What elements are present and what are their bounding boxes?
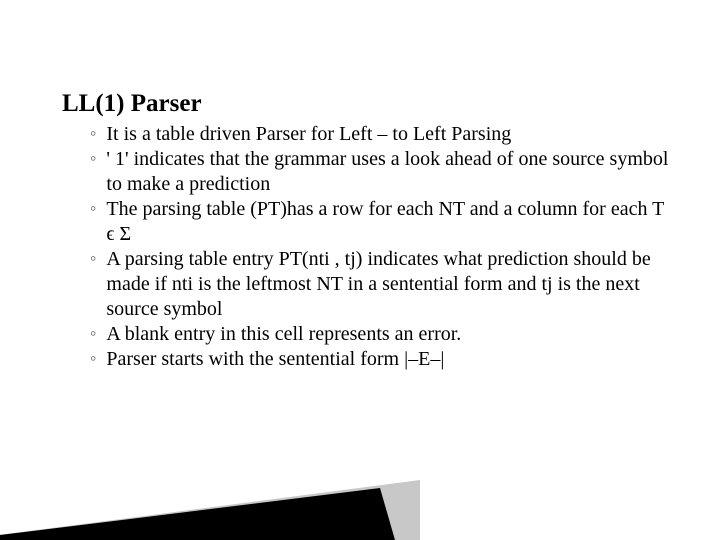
bullet-icon: ◦ (90, 122, 96, 145)
list-item: ◦ A parsing table entry PT(nti , tj) ind… (90, 247, 670, 322)
bullet-text: A parsing table entry PT(nti , tj) indic… (106, 247, 670, 322)
bullet-text: Parser starts with the sentential form |… (106, 347, 444, 372)
title-row: LL(1) Parser (50, 90, 670, 118)
bullet-icon: ◦ (90, 197, 96, 220)
slide-decoration (0, 440, 720, 540)
slide-content: LL(1) Parser ◦ It is a table driven Pars… (0, 0, 720, 372)
slide-title: LL(1) Parser (62, 90, 202, 118)
list-item: ◦ The parsing table (PT)has a row for ea… (90, 197, 670, 247)
bullet-text: A blank entry in this cell represents an… (106, 322, 461, 347)
list-item: ◦ A blank entry in this cell represents … (90, 322, 670, 347)
list-item: ◦ It is a table driven Parser for Left –… (90, 122, 670, 147)
list-item: ◦ ' 1' indicates that the grammar uses a… (90, 147, 670, 197)
bullet-icon: ◦ (90, 322, 96, 345)
bullet-list: ◦ It is a table driven Parser for Left –… (90, 122, 670, 372)
bullet-text: It is a table driven Parser for Left – t… (106, 122, 511, 147)
bullet-text: ' 1' indicates that the grammar uses a l… (106, 147, 670, 197)
bullet-text: The parsing table (PT)has a row for each… (106, 197, 670, 247)
bullet-icon: ◦ (90, 147, 96, 170)
bullet-icon: ◦ (90, 347, 96, 370)
list-item: ◦ Parser starts with the sentential form… (90, 347, 670, 372)
bullet-icon: ◦ (90, 247, 96, 270)
